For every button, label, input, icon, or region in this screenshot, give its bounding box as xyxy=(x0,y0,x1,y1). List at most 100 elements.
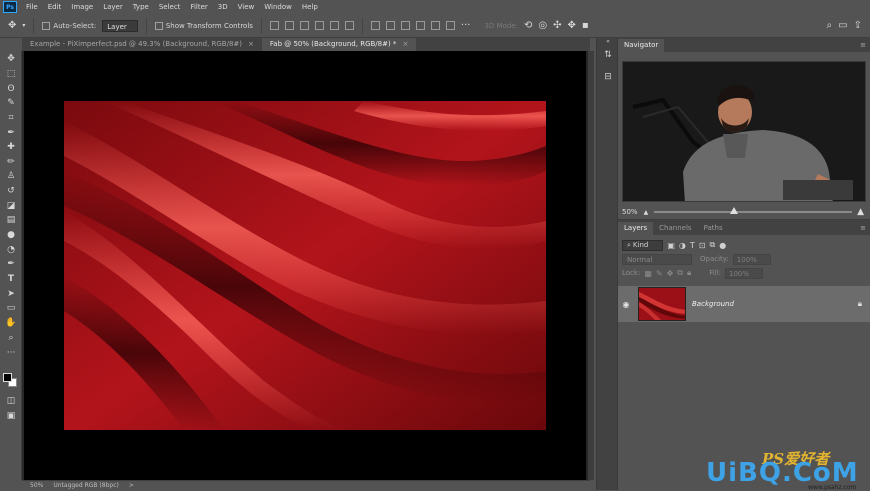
align-top-icon[interactable] xyxy=(314,21,324,30)
lock-transparent-icon[interactable]: ▦ xyxy=(644,269,652,278)
document-canvas[interactable] xyxy=(24,51,586,480)
clone-stamp-tool-icon[interactable]: ♙ xyxy=(4,170,18,182)
tab-layers[interactable]: Layers xyxy=(618,222,654,235)
screen-mode-icon[interactable]: ▣ xyxy=(4,410,18,422)
menu-window[interactable]: Window xyxy=(259,0,297,14)
status-zoom[interactable]: 50% xyxy=(30,482,43,489)
align-middle-icon[interactable] xyxy=(329,21,339,30)
type-filter-icon[interactable]: T xyxy=(690,241,695,250)
layer-row-background[interactable]: ◉ Background 🔒︎ xyxy=(618,286,870,322)
filter-toggle-icon[interactable]: ● xyxy=(719,241,726,250)
smart-object-filter-icon[interactable]: ⧉ xyxy=(709,240,715,250)
type-tool-icon[interactable]: T xyxy=(4,273,18,285)
3d-roll-icon[interactable]: ◎ xyxy=(538,20,547,31)
zoom-slider-handle[interactable] xyxy=(730,207,739,214)
canvas-area[interactable] xyxy=(22,51,590,480)
3d-orbit-icon[interactable]: ⟲ xyxy=(524,20,532,31)
marquee-tool-icon[interactable]: ⬚ xyxy=(4,68,18,80)
edit-toolbar-icon[interactable]: ··· xyxy=(4,347,18,359)
zoom-tool-icon[interactable]: ⌕ xyxy=(4,332,18,344)
history-panel-icon[interactable]: ⇅ xyxy=(602,50,614,62)
menu-type[interactable]: Type xyxy=(128,0,154,14)
close-icon[interactable]: × xyxy=(402,38,408,51)
adjustment-filter-icon[interactable]: ◑ xyxy=(679,241,686,250)
lasso-tool-icon[interactable]: ʘ xyxy=(4,83,18,95)
lock-artboard-icon[interactable]: ⧉ xyxy=(677,268,683,278)
eyedropper-tool-icon[interactable]: ✒ xyxy=(4,127,18,139)
hand-tool-icon[interactable]: ✋ xyxy=(4,317,18,329)
menu-filter[interactable]: Filter xyxy=(185,0,212,14)
filter-kind-dropdown[interactable]: ⌕ Kind xyxy=(622,239,664,251)
navigator-zoom-value[interactable]: 50% xyxy=(622,208,638,216)
auto-select-option[interactable]: Auto-Select: xyxy=(42,21,96,30)
tab-channels[interactable]: Channels xyxy=(653,222,697,235)
tab-fab[interactable]: Fab @ 50% (Background, RGB/8#) * × xyxy=(261,38,417,51)
rectangle-tool-icon[interactable]: ▭ xyxy=(4,302,18,314)
distribute-middle-icon[interactable] xyxy=(385,21,395,30)
red-satin-image[interactable] xyxy=(64,101,546,430)
zoom-slider[interactable] xyxy=(654,207,852,214)
move-tool-icon[interactable]: ✥ xyxy=(8,20,16,31)
distribute-center-icon[interactable] xyxy=(430,21,440,30)
distribute-left-icon[interactable] xyxy=(415,21,425,30)
auto-select-dropdown[interactable]: Layer xyxy=(102,19,138,32)
3d-slide-icon[interactable]: ✥ xyxy=(567,20,575,31)
properties-panel-icon[interactable]: ⊟ xyxy=(602,72,614,84)
eraser-tool-icon[interactable]: ◪ xyxy=(4,200,18,212)
align-center-icon[interactable] xyxy=(284,21,294,30)
navigator-preview[interactable] xyxy=(622,61,866,202)
3d-scale-icon[interactable]: ▪ xyxy=(582,20,589,31)
align-bottom-icon[interactable] xyxy=(344,21,354,30)
distribute-top-icon[interactable] xyxy=(370,21,380,30)
distribute-right-icon[interactable] xyxy=(445,21,455,30)
lock-pixels-icon[interactable]: ✎ xyxy=(656,269,663,278)
status-arrow-icon[interactable]: > xyxy=(129,482,134,489)
brush-tool-icon[interactable]: ✏ xyxy=(4,156,18,168)
distribute-bottom-icon[interactable] xyxy=(400,21,410,30)
tab-paths[interactable]: Paths xyxy=(698,222,729,235)
lock-position-icon[interactable]: ✥ xyxy=(667,269,674,278)
panel-menu-icon[interactable]: ≡ xyxy=(860,222,870,235)
tab-navigator[interactable]: Navigator xyxy=(618,39,665,52)
menu-select[interactable]: Select xyxy=(154,0,186,14)
collapse-panels-icon[interactable]: « xyxy=(602,38,614,50)
menu-file[interactable]: File xyxy=(21,0,43,14)
lock-all-icon[interactable]: 🔒︎ xyxy=(687,268,691,278)
quick-mask-icon[interactable]: ◫ xyxy=(4,395,18,407)
pixel-filter-icon[interactable]: ▣ xyxy=(667,241,675,250)
quick-select-tool-icon[interactable]: ✎ xyxy=(4,97,18,109)
menu-view[interactable]: View xyxy=(233,0,260,14)
zoom-out-icon[interactable]: ▲ xyxy=(644,209,649,216)
3d-pan-icon[interactable]: ✣ xyxy=(553,20,561,31)
workspace-icon[interactable]: ▭ xyxy=(838,20,847,31)
chevron-down-icon[interactable]: ▾ xyxy=(22,22,25,29)
close-icon[interactable]: × xyxy=(248,38,254,51)
history-brush-tool-icon[interactable]: ↺ xyxy=(4,185,18,197)
auto-select-checkbox[interactable] xyxy=(42,21,51,30)
healing-brush-tool-icon[interactable]: ✚ xyxy=(4,141,18,153)
fill-field[interactable]: 100% xyxy=(725,267,763,279)
move-tool-icon[interactable]: ✥ xyxy=(4,53,18,65)
search-icon[interactable]: ⌕ xyxy=(827,20,833,31)
layer-lock-icon[interactable]: 🔒︎ xyxy=(858,299,862,309)
menu-image[interactable]: Image xyxy=(66,0,98,14)
align-left-icon[interactable] xyxy=(269,21,279,30)
menu-3d[interactable]: 3D xyxy=(213,0,233,14)
tab-example-psd[interactable]: Example - PiXimperfect.psd @ 49.3% (Back… xyxy=(22,38,262,51)
blur-tool-icon[interactable]: ● xyxy=(4,229,18,241)
align-right-icon[interactable] xyxy=(299,21,309,30)
menu-edit[interactable]: Edit xyxy=(43,0,67,14)
zoom-in-icon[interactable]: ▲ xyxy=(857,207,864,217)
transform-controls-checkbox[interactable] xyxy=(154,21,163,30)
vertical-scrollbar[interactable] xyxy=(588,51,594,480)
menu-layer[interactable]: Layer xyxy=(98,0,128,14)
more-options-icon[interactable]: ··· xyxy=(461,20,471,31)
pen-tool-icon[interactable]: ✒ xyxy=(4,258,18,270)
layer-name[interactable]: Background xyxy=(692,300,734,308)
opacity-field[interactable]: 100% xyxy=(732,253,771,265)
crop-tool-icon[interactable]: ⌗ xyxy=(4,112,18,124)
share-icon[interactable]: ⇪ xyxy=(854,20,862,31)
dodge-tool-icon[interactable]: ◔ xyxy=(4,244,18,256)
path-select-tool-icon[interactable]: ➤ xyxy=(4,288,18,300)
shape-filter-icon[interactable]: ⊡ xyxy=(699,241,706,250)
